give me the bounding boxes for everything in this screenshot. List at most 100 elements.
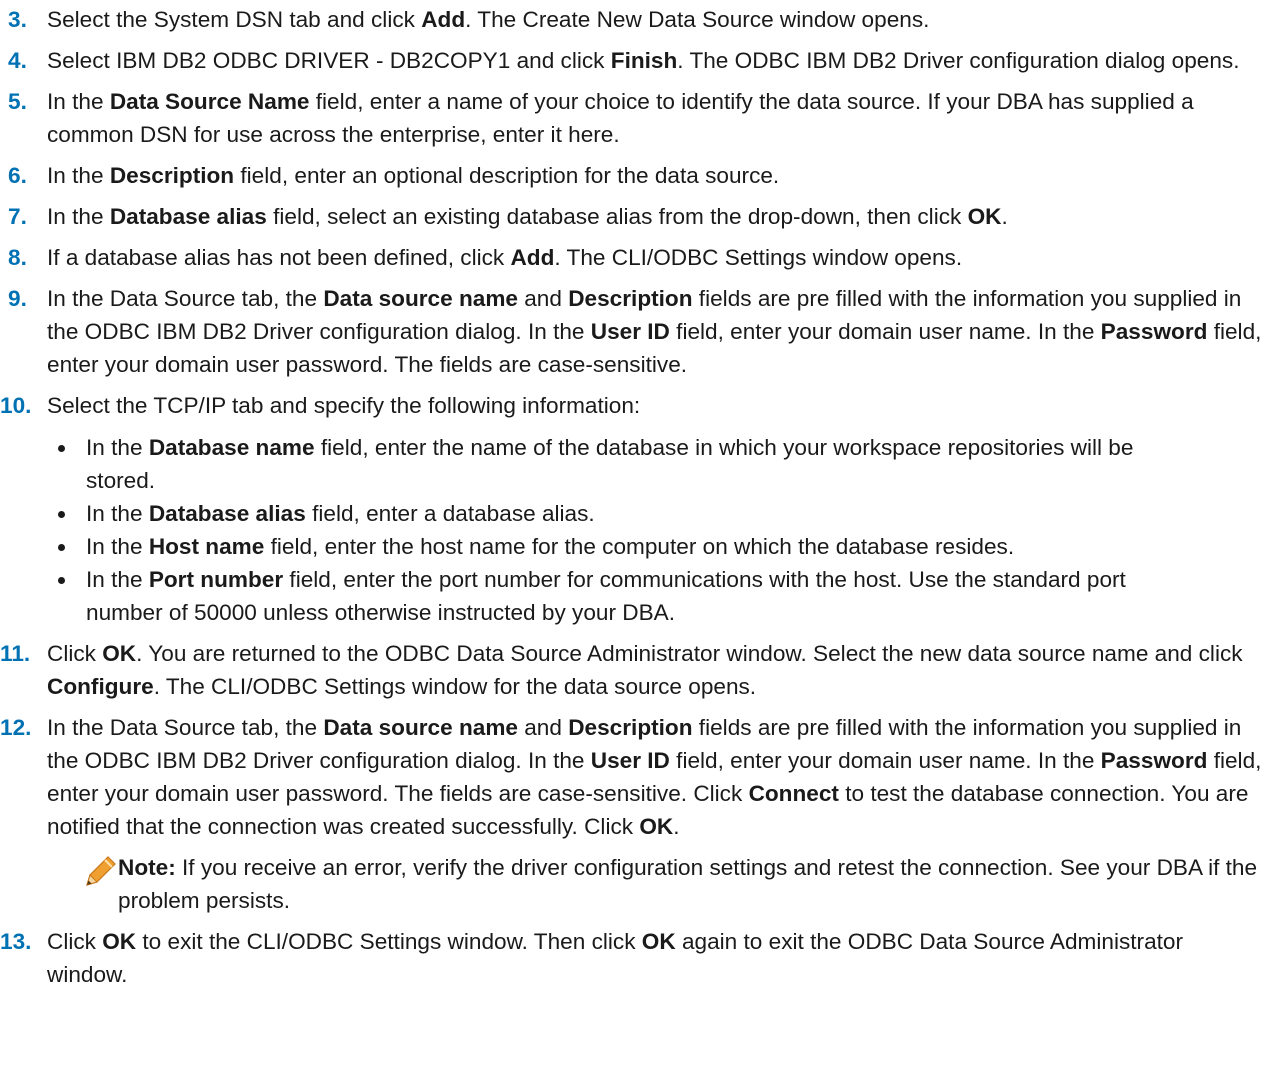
text-run: If a database alias has not been defined…	[47, 245, 511, 270]
step-text: Select IBM DB2 ODBC DRIVER - DB2COPY1 an…	[47, 44, 1268, 77]
text-run: Click	[47, 929, 103, 954]
text-run: .	[673, 814, 680, 839]
step-number: 12.	[0, 715, 32, 740]
bold-term: Password	[1100, 748, 1208, 773]
step-text: In the Database alias field, select an e…	[47, 200, 1268, 233]
text-run: Click	[47, 641, 103, 666]
text-run: In the	[86, 501, 149, 526]
text-run: In the	[86, 567, 149, 592]
step-text: Select the System DSN tab and click Add.…	[47, 3, 1268, 36]
bold-term: Port number	[148, 567, 284, 592]
text-run: In the	[47, 204, 110, 229]
bold-term: Description	[568, 286, 693, 311]
step-text: In the Data Source tab, the Data source …	[47, 282, 1268, 381]
list-item: 12. In the Data Source tab, the Data sour…	[0, 711, 1274, 917]
list-item: 5. In the Data Source Name field, enter a…	[0, 85, 1274, 151]
bullet-item: In the Database alias field, enter a dat…	[47, 497, 1189, 530]
text-run: field, enter the host name for the compu…	[264, 534, 1015, 559]
bold-term: Connect	[748, 781, 839, 806]
text-run: If you receive an error, verify the driv…	[118, 855, 1258, 913]
note-callout: Note: If you receive an error, verify th…	[73, 851, 1268, 917]
bold-term: Note:	[118, 855, 176, 880]
bold-term: Description	[568, 715, 693, 740]
note-text: Note: If you receive an error, verify th…	[118, 855, 1257, 913]
bullet-icon	[58, 445, 65, 452]
bullet-list: In the Database name field, enter the na…	[47, 431, 1268, 629]
text-run: In the	[86, 534, 149, 559]
step-number: 5.	[8, 89, 27, 114]
text-run: Select the TCP/IP tab and specify the fo…	[47, 393, 641, 418]
text-run: to exit the CLI/ODBC Settings window. Th…	[136, 929, 642, 954]
text-run: .	[1001, 204, 1008, 229]
step-number: 7.	[8, 204, 27, 229]
bold-term: Database alias	[148, 501, 306, 526]
text-run: In the	[47, 163, 110, 188]
bold-term: OK	[639, 814, 674, 839]
bullet-icon	[58, 577, 65, 584]
text-run: . The ODBC IBM DB2 Driver configuration …	[677, 48, 1240, 73]
text-run: . You are returned to the ODBC Data Sour…	[136, 641, 1243, 666]
text-run: In the	[86, 435, 149, 460]
step-text: In the Data Source Name field, enter a n…	[47, 85, 1268, 151]
document-body: 3. Select the System DSN tab and click Ad…	[0, 0, 1274, 991]
step-number: 11.	[0, 641, 31, 666]
step-number: 13.	[0, 929, 32, 954]
step-number: 6.	[8, 163, 27, 188]
bold-term: Data source name	[323, 286, 518, 311]
text-run: Select the System DSN tab and click	[47, 7, 422, 32]
step-number: 9.	[8, 286, 27, 311]
list-item: 11. Click OK. You are returned to the ODB…	[0, 637, 1274, 703]
bold-term: Data Source Name	[109, 89, 310, 114]
bold-term: OK	[102, 641, 137, 666]
step-text: If a database alias has not been defined…	[47, 241, 1268, 274]
bold-term: Finish	[610, 48, 678, 73]
text-run: In the Data Source tab, the	[47, 715, 324, 740]
text-run: and	[517, 715, 569, 740]
list-item: 3. Select the System DSN tab and click Ad…	[0, 3, 1274, 36]
step-text: Click OK. You are returned to the ODBC D…	[47, 637, 1268, 703]
text-run: field, select an existing database alias…	[266, 204, 968, 229]
step-text: Select the TCP/IP tab and specify the fo…	[47, 389, 1268, 422]
step-number: 3.	[8, 7, 27, 32]
bold-term: Host name	[148, 534, 265, 559]
text-run: field, enter your domain user name. In t…	[669, 319, 1101, 344]
text-run: In the Data Source tab, the	[47, 286, 324, 311]
list-item: 10. Select the TCP/IP tab and specify the…	[0, 389, 1274, 629]
text-run: . The CLI/ODBC Settings window for the d…	[153, 674, 757, 699]
list-item: 7. In the Database alias field, select an…	[0, 200, 1274, 233]
bullet-icon	[58, 544, 65, 551]
bold-term: Add	[510, 245, 555, 270]
list-item: 6. In the Description field, enter an opt…	[0, 159, 1274, 192]
bold-term: OK	[102, 929, 137, 954]
list-item: 9. In the Data Source tab, the Data sourc…	[0, 282, 1274, 381]
bullet-item: In the Host name field, enter the host n…	[47, 530, 1189, 563]
text-run: and	[517, 286, 569, 311]
bold-term: User ID	[590, 319, 670, 344]
step-number: 8.	[8, 245, 27, 270]
list-item: 13. Click OK to exit the CLI/ODBC Setting…	[0, 925, 1274, 991]
bold-term: OK	[641, 929, 676, 954]
bullet-icon	[58, 511, 65, 518]
bold-term: Description	[109, 163, 235, 188]
text-run: field, enter a database alias.	[305, 501, 595, 526]
list-item: 4. Select IBM DB2 ODBC DRIVER - DB2COPY1 …	[0, 44, 1274, 77]
text-run: . The Create New Data Source window open…	[465, 7, 930, 32]
bold-term: Add	[421, 7, 466, 32]
step-text: Click OK to exit the CLI/ODBC Settings w…	[47, 925, 1268, 991]
pencil-icon	[79, 853, 117, 891]
step-text: In the Description field, enter an optio…	[47, 159, 1268, 192]
bullet-item: In the Port number field, enter the port…	[47, 563, 1189, 629]
bold-term: User ID	[590, 748, 670, 773]
list-item: 8. If a database alias has not been defin…	[0, 241, 1274, 274]
bold-term: Data source name	[323, 715, 518, 740]
bold-term: Database alias	[109, 204, 267, 229]
bold-term: Password	[1100, 319, 1208, 344]
step-number: 10.	[0, 393, 32, 418]
text-run: field, enter your domain user name. In t…	[669, 748, 1101, 773]
step-text: In the Data Source tab, the Data source …	[47, 711, 1268, 843]
bold-term: Database name	[148, 435, 315, 460]
text-run: . The CLI/ODBC Settings window opens.	[554, 245, 963, 270]
text-run: field, enter an optional description for…	[234, 163, 780, 188]
text-run: In the	[47, 89, 110, 114]
step-number: 4.	[8, 48, 27, 73]
